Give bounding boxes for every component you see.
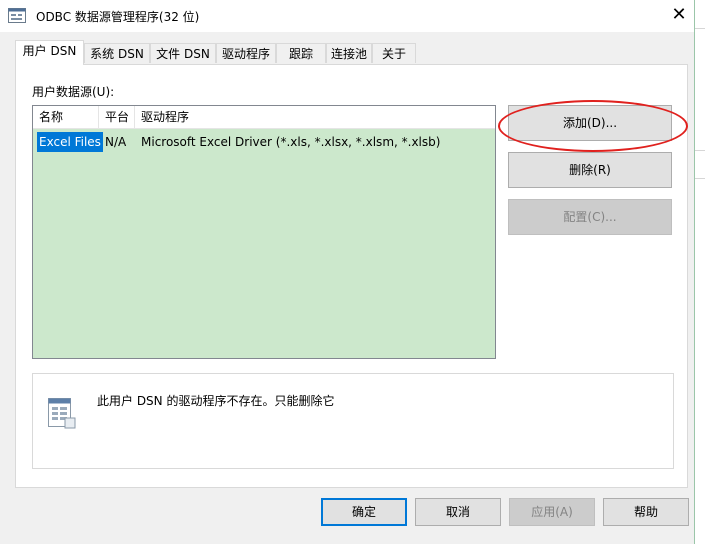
tab-drivers[interactable]: 驱动程序 xyxy=(216,43,276,63)
background-window-edge xyxy=(695,0,705,544)
data-source-list[interactable]: 名称 平台 驱动程序 Excel Files N/A Microsoft Exc… xyxy=(32,105,496,359)
tab-tracing[interactable]: 跟踪 xyxy=(276,43,326,63)
list-header: 名称 平台 驱动程序 xyxy=(33,106,495,129)
driver-status-box: 此用户 DSN 的驱动程序不存在。只能删除它 xyxy=(32,373,674,469)
edge-line xyxy=(695,178,705,179)
window-title: ODBC 数据源管理程序(32 位) xyxy=(36,10,200,24)
ok-button[interactable]: 确定 xyxy=(321,498,407,526)
datasource-document-icon xyxy=(45,396,77,430)
user-data-sources-label: 用户数据源(U): xyxy=(32,85,115,99)
tab-user-dsn[interactable]: 用户 DSN xyxy=(15,40,84,65)
tab-system-dsn[interactable]: 系统 DSN xyxy=(84,43,150,63)
edge-line xyxy=(695,150,705,151)
close-icon[interactable]: ✕ xyxy=(664,4,694,28)
row-name-cell[interactable]: Excel Files xyxy=(37,132,103,152)
add-button[interactable]: 添加(D)... xyxy=(508,105,672,141)
row-driver-cell: Microsoft Excel Driver (*.xls, *.xlsx, *… xyxy=(141,135,441,149)
tab-about[interactable]: 关于 xyxy=(372,43,416,63)
row-platform-cell: N/A xyxy=(105,135,127,149)
help-button[interactable]: 帮助 xyxy=(603,498,689,526)
odbc-app-icon xyxy=(8,8,26,23)
column-header-driver[interactable]: 驱动程序 xyxy=(135,106,495,128)
configure-button[interactable]: 配置(C)... xyxy=(508,199,672,235)
column-header-platform[interactable]: 平台 xyxy=(99,106,135,128)
cancel-button[interactable]: 取消 xyxy=(415,498,501,526)
edge-line xyxy=(695,28,705,29)
apply-button[interactable]: 应用(A) xyxy=(509,498,595,526)
column-header-name[interactable]: 名称 xyxy=(33,106,99,128)
tab-connection-pooling[interactable]: 连接池 xyxy=(326,43,372,63)
title-bar[interactable]: ODBC 数据源管理程序(32 位) ✕ xyxy=(0,0,694,32)
table-row[interactable]: Excel Files N/A Microsoft Excel Driver (… xyxy=(33,132,495,152)
remove-button[interactable]: 删除(R) xyxy=(508,152,672,188)
tab-file-dsn[interactable]: 文件 DSN xyxy=(150,43,216,63)
odbc-dialog-window: ODBC 数据源管理程序(32 位) ✕ 用户 DSN 系统 DSN 文件 DS… xyxy=(0,0,695,544)
driver-missing-message: 此用户 DSN 的驱动程序不存在。只能删除它 xyxy=(97,394,335,408)
